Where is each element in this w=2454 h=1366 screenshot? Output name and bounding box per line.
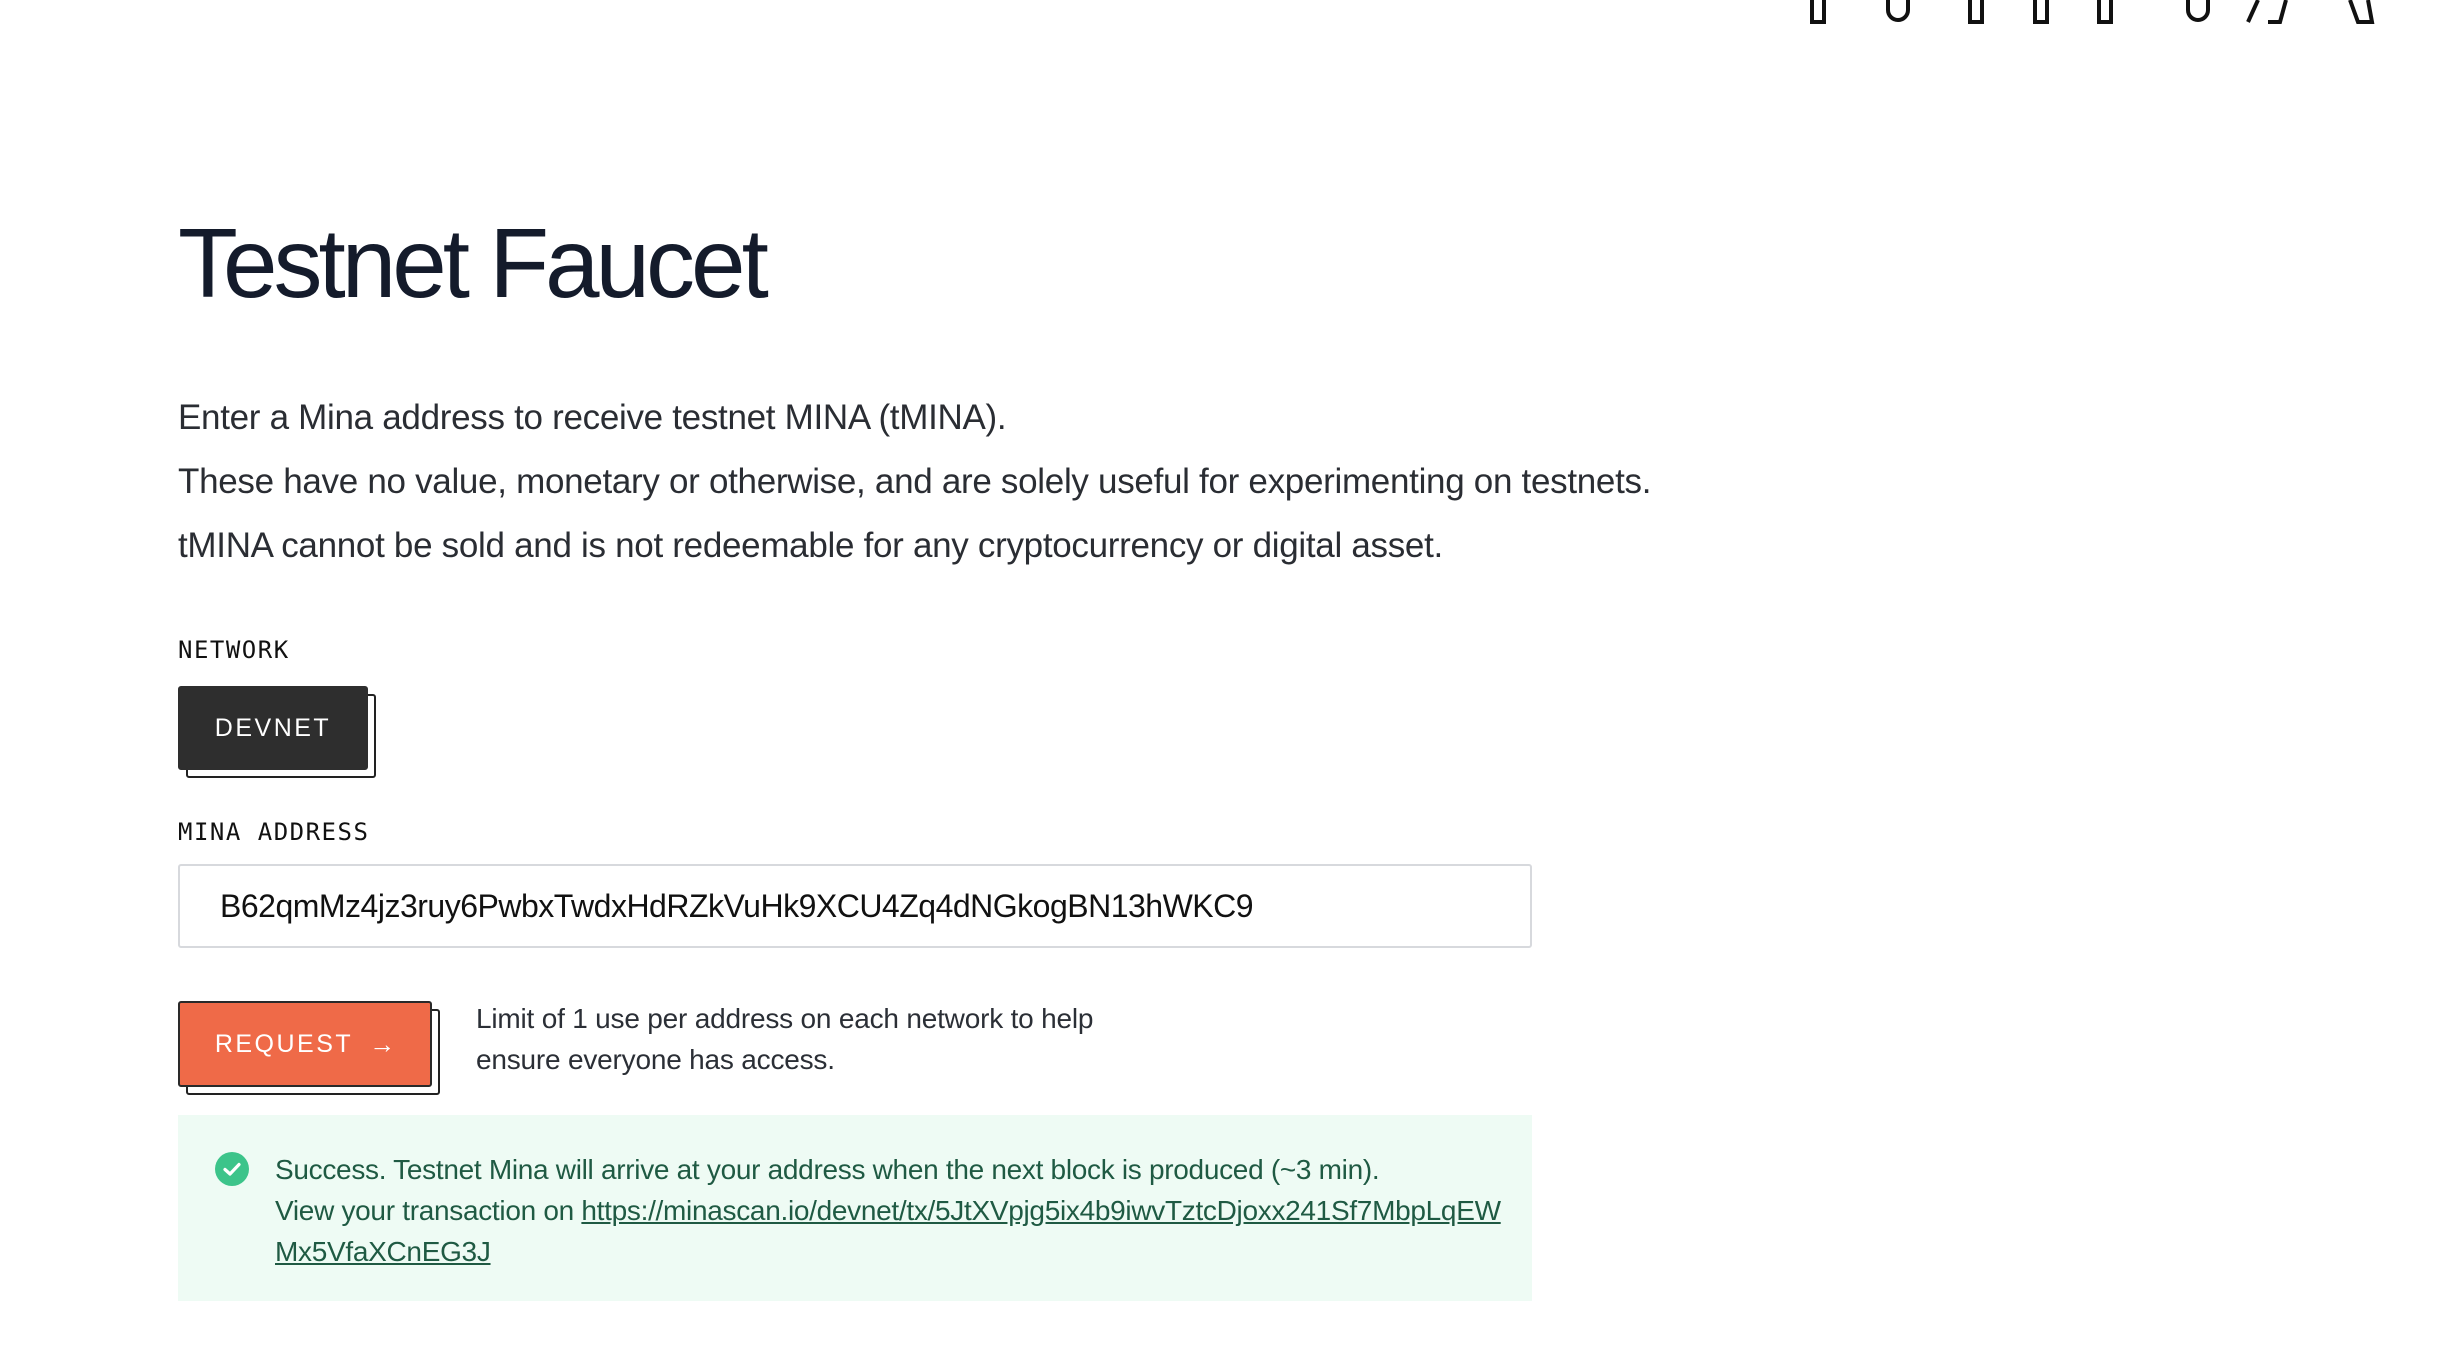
success-line: Success. Testnet Mina will arrive at you… <box>275 1154 1380 1185</box>
address-label: MINA ADDRESS <box>178 818 370 846</box>
network-selector: DEVNET <box>178 686 376 778</box>
request-button[interactable]: REQUEST → <box>178 1001 432 1087</box>
request-button-label: REQUEST <box>214 1029 354 1058</box>
limit-note: Limit of 1 use per address on each netwo… <box>476 1003 1094 1075</box>
intro-text: Enter a Mina address to receive testnet … <box>178 386 1878 578</box>
page-title: Testnet Faucet <box>178 208 769 318</box>
success-alert: Success. Testnet Mina will arrive at you… <box>178 1115 1532 1301</box>
mina-logo-icon[interactable] <box>1780 0 2380 26</box>
network-label: NETWORK <box>178 636 290 664</box>
arrow-right-icon: → <box>369 1028 396 1059</box>
success-message: Success. Testnet Mina will arrive at you… <box>275 1149 1502 1272</box>
intro-line: These have no value, monetary or otherwi… <box>178 462 1652 501</box>
transaction-line: View your transaction on https://minasca… <box>275 1190 1502 1272</box>
mina-address-input[interactable] <box>178 864 1532 948</box>
transaction-prefix: View your transaction on <box>275 1195 582 1226</box>
request-button-wrap: REQUEST → <box>178 1001 440 1095</box>
intro-line: tMINA cannot be sold and is not redeemab… <box>178 526 1443 565</box>
check-circle-icon <box>215 1152 249 1186</box>
devnet-network-button[interactable]: DEVNET <box>178 686 368 770</box>
intro-line: Enter a Mina address to receive testnet … <box>178 398 1007 437</box>
